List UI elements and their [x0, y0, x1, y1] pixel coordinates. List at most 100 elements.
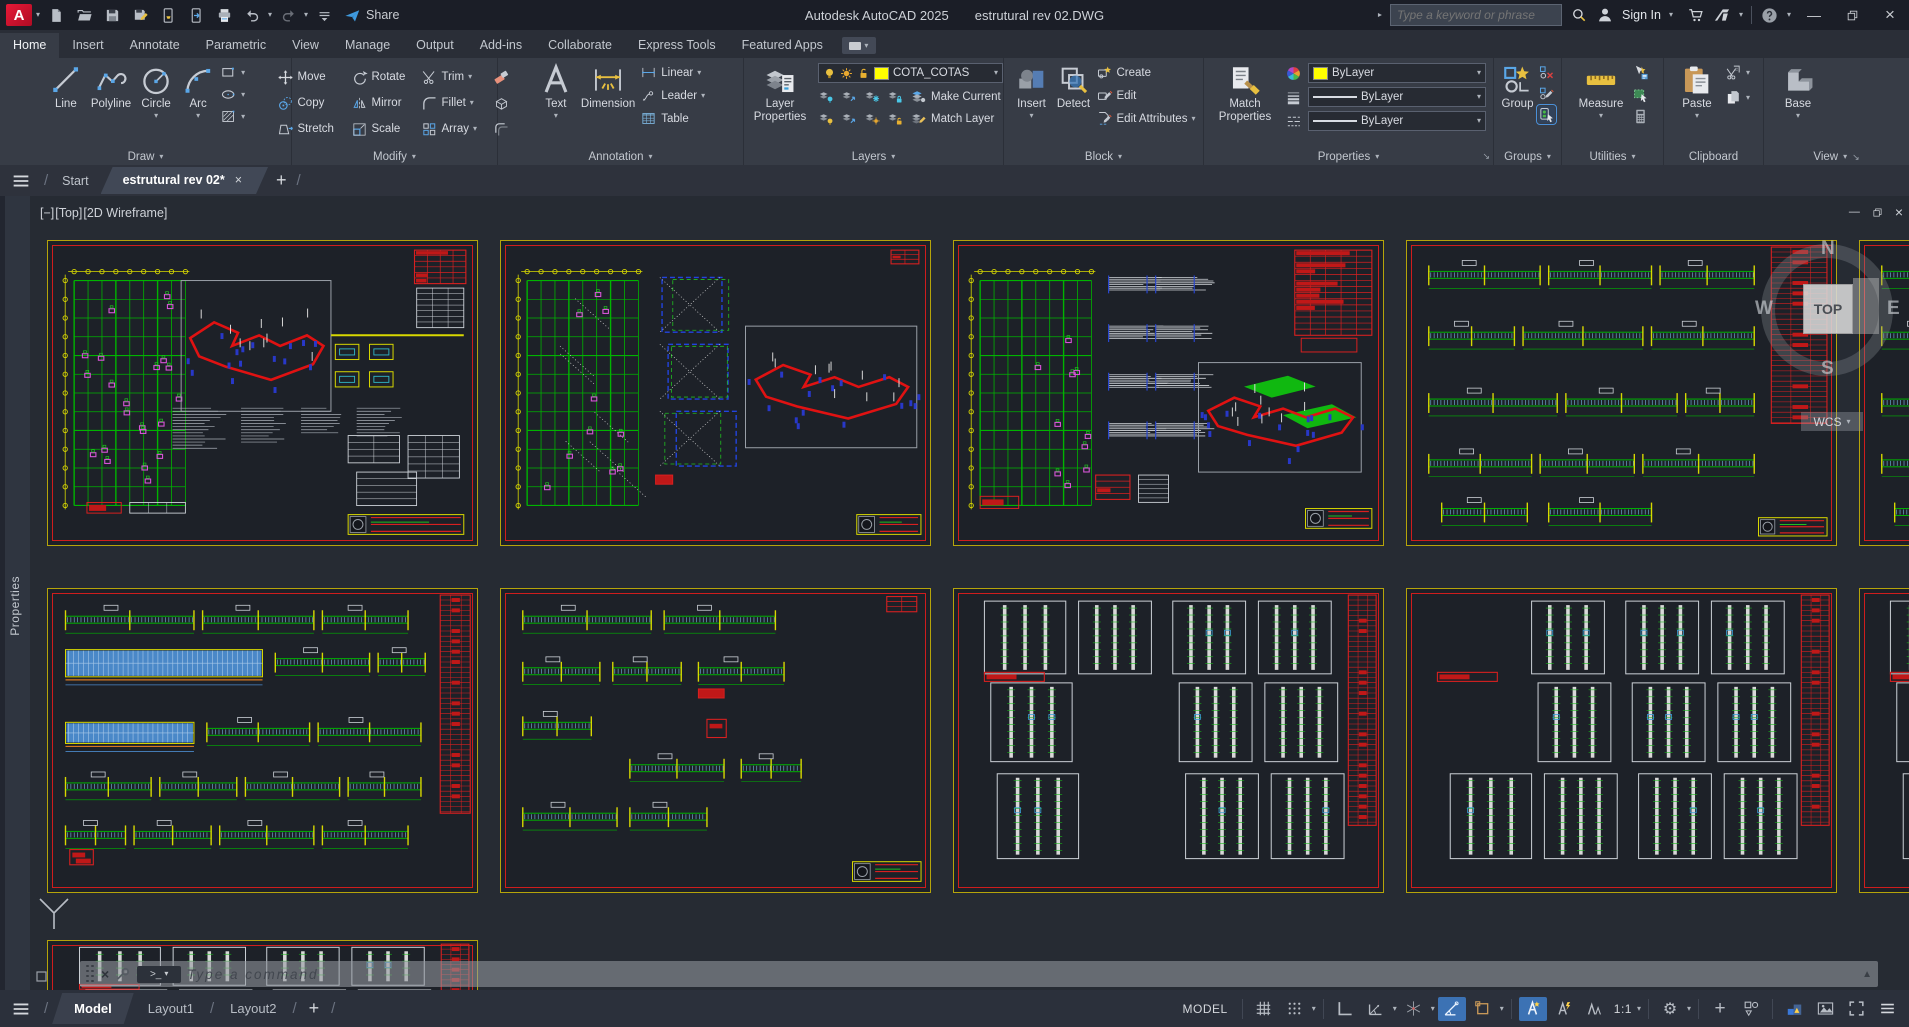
linear-dimension-tool[interactable]: Linear▾: [640, 64, 705, 81]
close-button[interactable]: ×: [1875, 2, 1905, 28]
annotation-autoscale-toggle[interactable]: [1550, 997, 1578, 1021]
annotation-visibility-toggle[interactable]: [1519, 997, 1547, 1021]
layers-panel-label[interactable]: Layers▾: [744, 151, 1003, 163]
properties-panel-label[interactable]: Properties▾: [1204, 151, 1493, 163]
layer-select-combo[interactable]: COTA_COTAS ▾: [818, 63, 1003, 83]
copy-tool[interactable]: Copy: [277, 95, 341, 112]
base-view-tool[interactable]: Base▾: [1778, 62, 1818, 121]
snap-mode-toggle[interactable]: [1281, 997, 1309, 1021]
layout-tab-layout1[interactable]: Layout1: [136, 994, 206, 1023]
move-tool[interactable]: Move: [277, 69, 341, 86]
stretch-tool[interactable]: Stretch: [277, 121, 341, 138]
ribbon-tab-parametric[interactable]: Parametric: [193, 33, 279, 58]
command-input[interactable]: Type a command: [187, 967, 318, 982]
layer-color-swatch[interactable]: [874, 67, 889, 80]
linetype-combo[interactable]: ByLayer ▾: [1308, 111, 1486, 131]
ribbon-tab-manage[interactable]: Manage: [332, 33, 403, 58]
insert-block-tool[interactable]: Insert▾: [1012, 62, 1052, 121]
viewport-restore-icon[interactable]: [1872, 207, 1883, 218]
command-prompt-icon[interactable]: >_▾: [137, 966, 181, 983]
polar-caret[interactable]: ▾: [1393, 1005, 1397, 1013]
drawing-sheet[interactable]: [47, 588, 478, 893]
edit-attributes-tool[interactable]: Edit Attributes▾: [1096, 110, 1196, 127]
layout-menu-icon[interactable]: [10, 998, 32, 1020]
annotation-scale-button[interactable]: [1581, 997, 1609, 1021]
model-space-toggle[interactable]: MODEL: [1176, 1002, 1235, 1016]
workspace-switching-button[interactable]: ⚙: [1656, 997, 1684, 1021]
search-input[interactable]: [1391, 8, 1561, 22]
layer-unlock2-icon[interactable]: [887, 110, 904, 127]
viewport-minimize-icon[interactable]: —: [1849, 206, 1860, 218]
ribbon-tab-add-ins[interactable]: Add-ins: [467, 33, 535, 58]
block-panel-label[interactable]: Block▾: [1004, 151, 1203, 163]
circle-caret[interactable]: ▾: [154, 112, 158, 120]
ribbon-tab-collaborate[interactable]: Collaborate: [535, 33, 625, 58]
save-button[interactable]: [100, 4, 124, 26]
object-color-combo[interactable]: ByLayer ▾: [1308, 63, 1486, 83]
text-tool[interactable]: Text▾: [536, 62, 576, 121]
viewport-close-icon[interactable]: ×: [1895, 204, 1903, 220]
command-line[interactable]: × >_▾ Type a command ▲: [80, 961, 1878, 987]
save-as-button[interactable]: [128, 4, 152, 26]
paste-tool[interactable]: Paste▾: [1677, 62, 1717, 121]
draw-panel-label[interactable]: Draw▾: [0, 151, 291, 163]
layer-on-bulb-icon[interactable]: [823, 67, 836, 80]
annotation-panel-label[interactable]: Annotation▾: [498, 151, 743, 163]
group-tool[interactable]: Group: [1501, 62, 1535, 112]
detect-tool[interactable]: Detect: [1054, 62, 1094, 112]
quick-select-icon[interactable]: [1632, 64, 1649, 81]
drawing-sheet[interactable]: [47, 240, 478, 546]
ribbon-tab-view[interactable]: View: [279, 33, 332, 58]
app-store-cart-icon[interactable]: [1687, 6, 1705, 24]
command-line-grip[interactable]: [86, 965, 95, 984]
redo-caret[interactable]: ▾: [304, 11, 308, 19]
make-current-tool[interactable]: Make Current: [910, 88, 1001, 105]
drawing-sheet[interactable]: [1406, 588, 1837, 893]
restore-button[interactable]: [1837, 2, 1867, 28]
drawing-sheet[interactable]: [500, 588, 931, 893]
viewport-visual-style-control[interactable]: [2D Wireframe]: [83, 206, 167, 220]
match-properties-tool[interactable]: Match Properties: [1211, 62, 1279, 125]
command-line-close-icon[interactable]: ×: [101, 966, 109, 982]
app-menu-caret[interactable]: ▾: [36, 11, 40, 19]
group-edit-icon[interactable]: [1538, 85, 1555, 102]
save-to-web-mobile-button[interactable]: [156, 4, 180, 26]
properties-palette-bar[interactable]: Properties: [0, 196, 30, 990]
viewport-minimize-control[interactable]: [−]: [40, 206, 54, 220]
layer-freeze-icon[interactable]: [864, 88, 881, 105]
arc-tool[interactable]: Arc ▾: [178, 62, 218, 121]
new-drawing-tab-button[interactable]: +: [268, 170, 295, 191]
circle-tool[interactable]: Circle ▾: [136, 62, 176, 121]
layer-on-icon[interactable]: [818, 110, 835, 127]
polar-tracking-toggle[interactable]: [1362, 997, 1390, 1021]
polyline-tool[interactable]: Polyline: [88, 62, 134, 112]
drawing-sheet[interactable]: [953, 588, 1384, 893]
start-tab[interactable]: Start: [50, 169, 100, 193]
drawing-sheet[interactable]: [953, 240, 1384, 546]
cut-clip-tool[interactable]: ▾: [1725, 64, 1750, 81]
full-screen-button[interactable]: [1842, 997, 1870, 1021]
undo-caret[interactable]: ▾: [268, 11, 272, 19]
layer-unisolate-icon[interactable]: [841, 110, 858, 127]
workspace-caret[interactable]: ▾: [1687, 1005, 1691, 1013]
isolate-objects-button[interactable]: [1737, 997, 1765, 1021]
viewport-view-control[interactable]: [Top]: [55, 206, 82, 220]
document-tab[interactable]: estrutural rev 02* ×: [101, 167, 268, 194]
new-file-button[interactable]: [44, 4, 68, 26]
sign-in-caret[interactable]: ▾: [1669, 11, 1673, 19]
minimize-button[interactable]: —: [1799, 2, 1829, 28]
lineweight-icon[interactable]: [1285, 89, 1302, 106]
modify-panel-label[interactable]: Modify▾: [292, 151, 497, 163]
clean-screen-button[interactable]: [1811, 997, 1839, 1021]
customization-button[interactable]: [1873, 997, 1901, 1021]
ribbon-tab-annotate[interactable]: Annotate: [117, 33, 193, 58]
sign-in-label[interactable]: Sign In: [1622, 8, 1661, 22]
drawing-sheet[interactable]: [1859, 240, 1909, 546]
line-tool[interactable]: Line: [46, 62, 86, 112]
help-icon[interactable]: [1760, 6, 1779, 25]
lineweight-combo[interactable]: ByLayer ▾: [1308, 87, 1486, 107]
annotation-scale-caret[interactable]: ▾: [1637, 1005, 1641, 1013]
scale-tool[interactable]: Scale: [351, 121, 411, 138]
ribbon-tab-home[interactable]: Home: [0, 33, 59, 58]
ribbon-display-toggle[interactable]: ▾: [842, 37, 876, 54]
